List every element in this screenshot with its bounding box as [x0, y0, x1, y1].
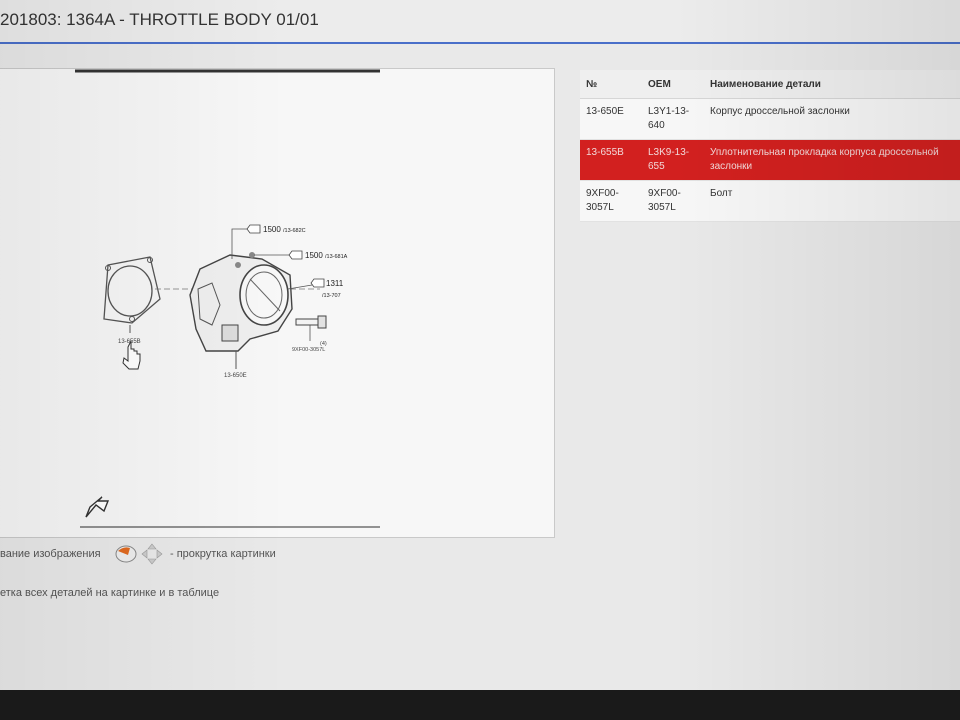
bolt-part[interactable]: [295, 315, 327, 329]
title-bar: 201803: 1364A - THROTTLE BODY 01/01: [0, 0, 960, 44]
cell-name: Болт: [704, 180, 960, 222]
zoom-hint: вание изображения: [0, 548, 101, 560]
callout-707[interactable]: 1311: [326, 279, 344, 288]
gasket-part[interactable]: [103, 256, 161, 324]
throttle-body-diagram[interactable]: 13-655B 13-650E (4) 9XF00-3057L 1500 /13…: [0, 69, 554, 537]
throttle-body-part[interactable]: [189, 252, 293, 352]
cell-no: 9XF00-3057L: [580, 180, 642, 222]
column-header-no[interactable]: №: [580, 70, 642, 99]
callout-707-ref[interactable]: /13-707: [322, 293, 341, 299]
cell-no: 13-655B: [580, 139, 642, 181]
select-hint-text: етка всех деталей на картинке и в таблиц…: [0, 587, 220, 599]
table-row[interactable]: 9XF00-3057L 9XF00-3057L Болт: [580, 180, 960, 222]
cell-no: 13-650E: [580, 98, 642, 140]
select-hint: етка всех деталей на картинке и в таблиц…: [0, 587, 219, 599]
cell-oem: L3K9-13-655: [642, 139, 704, 181]
parts-table: № OEM Наименование детали 13-650E L3Y1-13…: [580, 70, 960, 222]
move-arrows-icon: [141, 543, 163, 565]
table-header-row: № OEM Наименование детали: [580, 70, 960, 99]
callout-682c[interactable]: 1500: [263, 225, 281, 234]
hand-cursor-icon: [122, 340, 141, 370]
bolt-callout[interactable]: 9XF00-3057L: [292, 347, 325, 353]
callout-arrow-icon: [310, 278, 325, 288]
cell-oem: 9XF00-3057L: [642, 180, 704, 222]
column-header-oem[interactable]: OEM: [642, 70, 704, 99]
callout-682c-ref[interactable]: /13-682C: [283, 228, 306, 234]
callout-arrow-icon: [288, 250, 303, 260]
parts-diagram-panel[interactable]: 13-655B 13-650E (4) 9XF00-3057L 1500 /13…: [0, 68, 555, 538]
callout-arrow-icon: [246, 224, 261, 234]
parts-table-container: № OEM Наименование детали 13-650E L3Y1-13…: [580, 70, 960, 222]
scroll-hint: - прокрутка картинки: [170, 548, 276, 560]
body-callout[interactable]: 13-650E: [224, 373, 247, 379]
scroll-hint-text: - прокрутка картинки: [170, 548, 276, 560]
cell-name: Уплотнительная прокладка корпуса дроссел…: [704, 139, 960, 181]
cell-oem: L3Y1-13-640: [642, 98, 704, 140]
table-row[interactable]: 13-655B L3K9-13-655 Уплотнительная проклад…: [580, 139, 960, 181]
column-header-name[interactable]: Наименование детали: [704, 70, 960, 99]
screen: 201803: 1364A - THROTTLE BODY 01/01 13-6…: [0, 0, 960, 690]
zoom-hint-text: вание изображения: [0, 548, 101, 560]
table-row[interactable]: 13-650E L3Y1-13-640 Корпус дроссельной зас…: [580, 98, 960, 140]
parts-table-body: 13-650E L3Y1-13-640 Корпус дроссельной зас…: [580, 98, 960, 222]
mouse-icon: [115, 543, 163, 565]
front-direction-icon: [85, 496, 110, 518]
cell-name: Корпус дроссельной заслонки: [704, 98, 960, 140]
callout-681a[interactable]: 1500: [305, 251, 323, 260]
page-title: 201803: 1364A - THROTTLE BODY 01/01: [0, 10, 319, 29]
callout-681a-ref[interactable]: /13-681A: [325, 254, 348, 260]
